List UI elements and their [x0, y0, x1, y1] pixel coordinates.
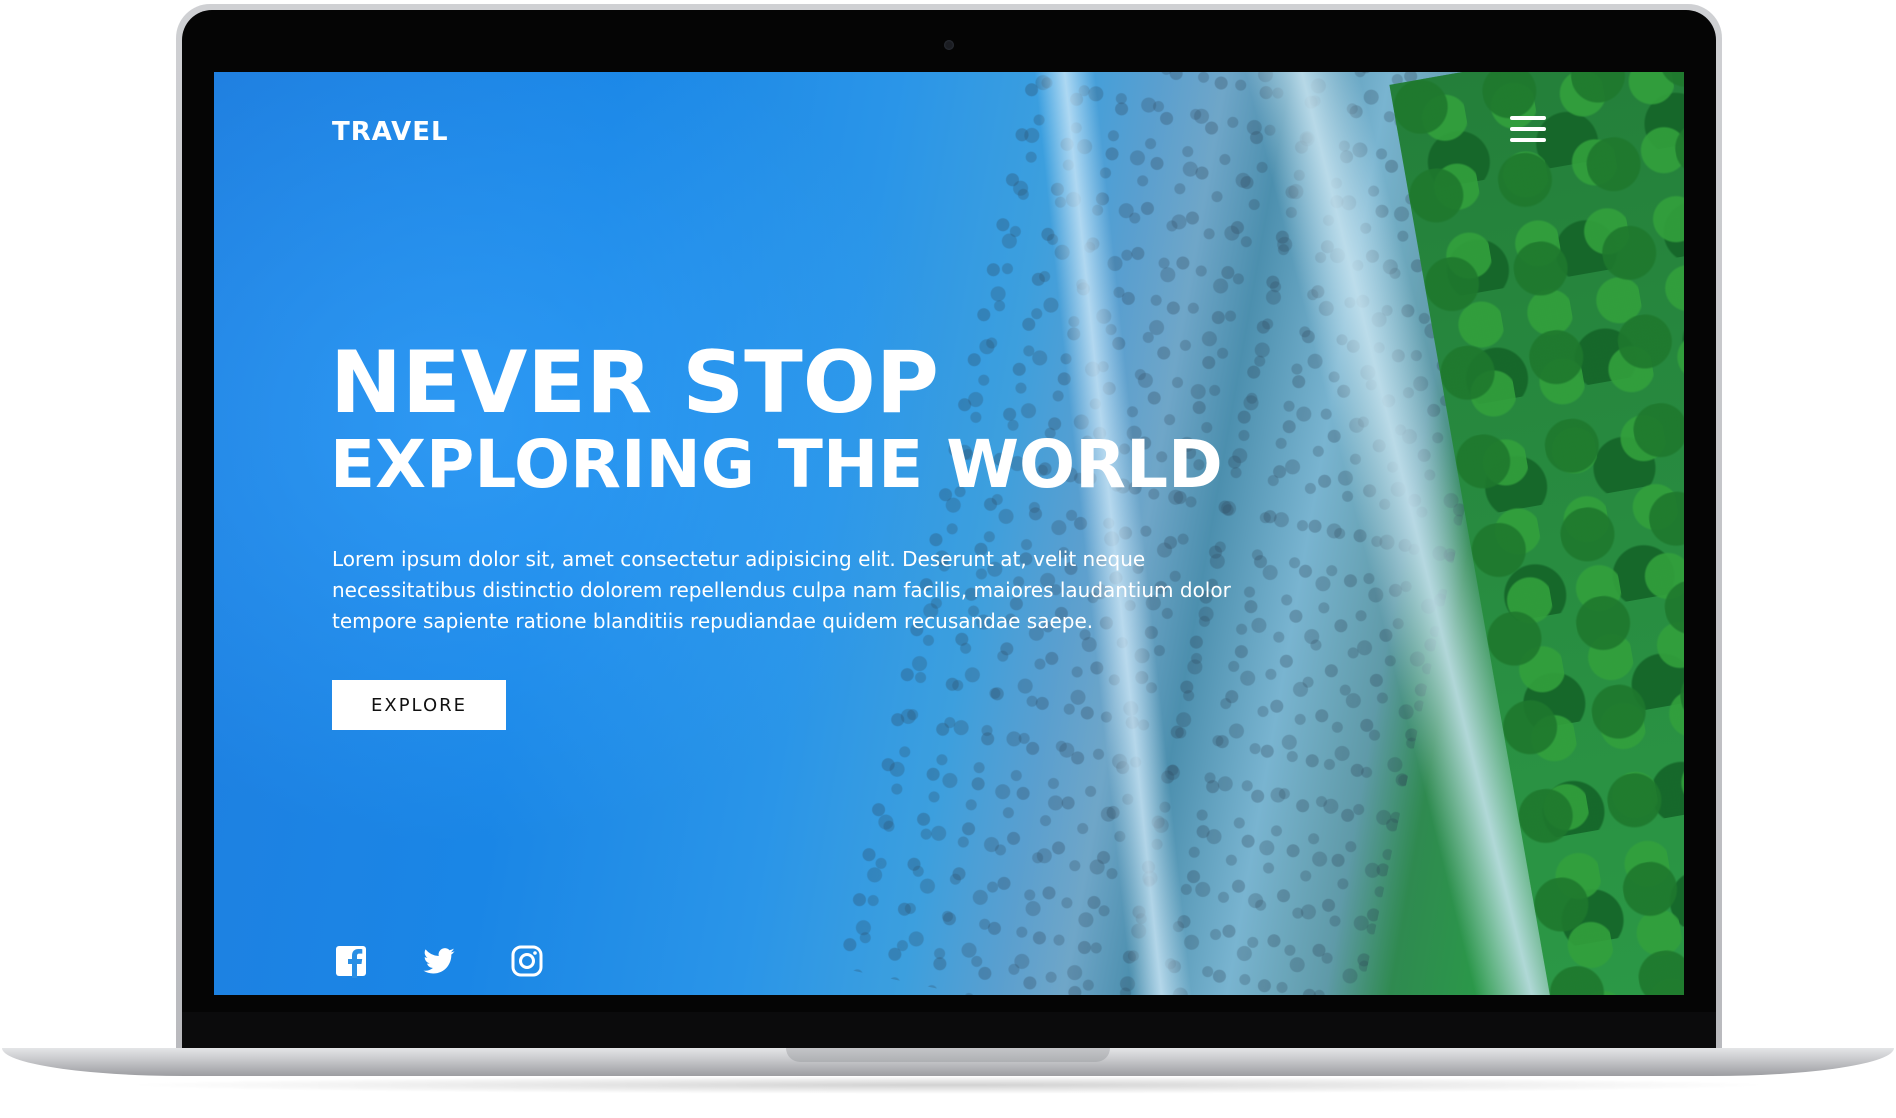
brand-logo[interactable]: TRAVEL — [332, 117, 449, 147]
menu-bar — [1510, 116, 1546, 120]
camera-icon — [944, 40, 954, 50]
hamburger-menu-icon[interactable] — [1510, 116, 1546, 146]
hero-title-line2: EXPLORING THE WORLD — [330, 426, 1223, 503]
laptop-hinge — [182, 1012, 1716, 1048]
explore-button[interactable]: EXPLORE — [332, 680, 506, 730]
menu-bar — [1510, 138, 1546, 142]
hero-title-line1: NEVER STOP — [330, 333, 939, 433]
twitter-icon[interactable] — [422, 944, 456, 978]
website-screen: TRAVEL NEVER STOP EXPLORING THE WORLD Lo… — [214, 72, 1684, 995]
hero-title: NEVER STOP EXPLORING THE WORLD — [330, 340, 1223, 498]
facebook-icon[interactable] — [334, 944, 368, 978]
laptop-shadow — [120, 1076, 1776, 1094]
laptop-notch — [786, 1048, 1110, 1062]
laptop-mockup: TRAVEL NEVER STOP EXPLORING THE WORLD Lo… — [0, 0, 1896, 1118]
menu-bar — [1510, 127, 1546, 131]
instagram-icon[interactable] — [510, 944, 544, 978]
hero-description: Lorem ipsum dolor sit, amet consectetur … — [332, 547, 1231, 633]
